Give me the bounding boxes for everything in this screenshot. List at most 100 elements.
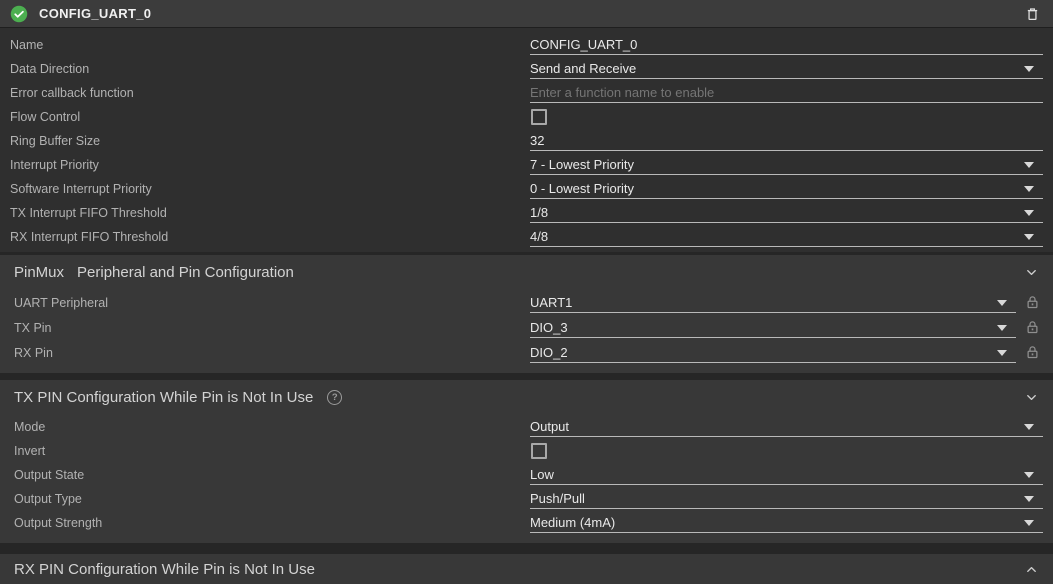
dropdown-caret-icon xyxy=(1024,210,1034,216)
field-value: DIO_3 xyxy=(530,321,568,334)
select-input[interactable]: 0 - Lowest Priority xyxy=(530,179,1043,199)
field-value: 7 - Lowest Priority xyxy=(530,158,634,171)
field-label: Interrupt Priority xyxy=(0,158,530,172)
field-label: Data Direction xyxy=(0,62,530,76)
section-pinmux: PinMuxPeripheral and Pin ConfigurationUA… xyxy=(0,255,1053,373)
field-label: Error callback function xyxy=(0,86,530,100)
select-input[interactable]: Send and Receive xyxy=(530,59,1043,79)
text-input[interactable]: CONFIG_UART_0 xyxy=(530,35,1043,55)
dropdown-caret-icon xyxy=(1024,186,1034,192)
form-row: TX Interrupt FIFO Threshold1/8 xyxy=(0,201,1053,225)
field-value: Medium (4mA) xyxy=(530,516,615,529)
section-header-tx-pin-config[interactable]: TX PIN Configuration While Pin is Not In… xyxy=(0,380,1053,414)
dropdown-caret-icon xyxy=(1024,162,1034,168)
field-control: Output xyxy=(530,417,1043,437)
chevron-up-icon[interactable] xyxy=(1024,562,1039,577)
field-value: 1/8 xyxy=(530,206,548,219)
select-input[interactable]: DIO_2 xyxy=(530,343,1016,363)
chevron-down-icon[interactable] xyxy=(1024,390,1039,405)
section-header-rx-pin-config[interactable]: RX PIN Configuration While Pin is Not In… xyxy=(0,554,1053,584)
field-control: DIO_2 xyxy=(530,343,1043,363)
form-row: Output StrengthMedium (4mA) xyxy=(0,511,1053,535)
select-input[interactable]: Push/Pull xyxy=(530,489,1043,509)
field-label: TX Interrupt FIFO Threshold xyxy=(0,206,530,220)
form-row: UART PeripheralUART1 xyxy=(0,290,1053,315)
field-label: Output State xyxy=(0,468,530,482)
form-row: Interrupt Priority7 - Lowest Priority xyxy=(0,153,1053,177)
section-subtitle: Peripheral and Pin Configuration xyxy=(77,264,294,281)
field-control xyxy=(530,443,1043,459)
form-row: RX Interrupt FIFO Threshold4/8 xyxy=(0,225,1053,249)
field-label: RX Interrupt FIFO Threshold xyxy=(0,230,530,244)
input-placeholder: Enter a function name to enable xyxy=(530,86,714,99)
section-rx-pin-config: RX PIN Configuration While Pin is Not In… xyxy=(0,554,1053,584)
lock-icon[interactable] xyxy=(1025,345,1041,360)
form-row: Error callback functionEnter a function … xyxy=(0,81,1053,105)
field-value: Send and Receive xyxy=(530,62,636,75)
field-control: CONFIG_UART_0 xyxy=(530,35,1043,55)
checkbox[interactable] xyxy=(531,109,547,125)
config-sections: PinMuxPeripheral and Pin ConfigurationUA… xyxy=(0,255,1053,584)
field-label: RX Pin xyxy=(0,346,530,360)
form-row: Output TypePush/Pull xyxy=(0,487,1053,511)
form-row: Ring Buffer Size32 xyxy=(0,129,1053,153)
lock-icon[interactable] xyxy=(1025,295,1041,310)
form-row: Flow Control xyxy=(0,105,1053,129)
dropdown-caret-icon xyxy=(1024,496,1034,502)
select-input[interactable]: Low xyxy=(530,465,1043,485)
section-rows: UART PeripheralUART1 TX PinDIO_3RX PinDIO… xyxy=(0,289,1053,373)
dropdown-caret-icon xyxy=(997,300,1007,306)
field-control: UART1 xyxy=(530,293,1043,313)
field-label: TX Pin xyxy=(0,321,530,335)
field-control xyxy=(530,109,1043,125)
help-icon[interactable]: ? xyxy=(327,390,342,405)
field-control: Push/Pull xyxy=(530,489,1043,509)
select-input[interactable]: 7 - Lowest Priority xyxy=(530,155,1043,175)
checkbox[interactable] xyxy=(531,443,547,459)
section-rows: ModeOutputInvertOutput StateLowOutput Ty… xyxy=(0,414,1053,543)
delete-button[interactable] xyxy=(1021,3,1043,25)
field-control: 7 - Lowest Priority xyxy=(530,155,1043,175)
field-control: 4/8 xyxy=(530,227,1043,247)
field-control: 32 xyxy=(530,131,1043,151)
field-label: Mode xyxy=(0,420,530,434)
select-input[interactable]: DIO_3 xyxy=(530,318,1016,338)
field-value: Push/Pull xyxy=(530,492,585,505)
field-label: Name xyxy=(0,38,530,52)
section-title: TX PIN Configuration While Pin is Not In… xyxy=(14,389,313,406)
select-input[interactable]: UART1 xyxy=(530,293,1016,313)
field-label: Ring Buffer Size xyxy=(0,134,530,148)
section-header-pinmux[interactable]: PinMuxPeripheral and Pin Configuration xyxy=(0,255,1053,289)
field-label: Invert xyxy=(0,444,530,458)
select-input[interactable]: 1/8 xyxy=(530,203,1043,223)
select-input[interactable]: Medium (4mA) xyxy=(530,513,1043,533)
lock-icon[interactable] xyxy=(1025,320,1041,335)
section-tx-pin-config: TX PIN Configuration While Pin is Not In… xyxy=(0,380,1053,543)
text-input[interactable]: Enter a function name to enable xyxy=(530,83,1043,103)
check-circle-icon xyxy=(10,5,28,23)
form-row: Data DirectionSend and Receive xyxy=(0,57,1053,81)
field-control: DIO_3 xyxy=(530,318,1043,338)
select-input[interactable]: 4/8 xyxy=(530,227,1043,247)
field-value: 32 xyxy=(530,134,544,147)
text-input[interactable]: 32 xyxy=(530,131,1043,151)
dropdown-caret-icon xyxy=(1024,520,1034,526)
form-row: Invert xyxy=(0,439,1053,463)
select-input[interactable]: Output xyxy=(530,417,1043,437)
field-control: 0 - Lowest Priority xyxy=(530,179,1043,199)
field-value: Low xyxy=(530,468,554,481)
field-value: Output xyxy=(530,420,569,433)
field-control: Send and Receive xyxy=(530,59,1043,79)
dropdown-caret-icon xyxy=(1024,472,1034,478)
form-row: Software Interrupt Priority0 - Lowest Pr… xyxy=(0,177,1053,201)
form-row: NameCONFIG_UART_0 xyxy=(0,33,1053,57)
trash-icon xyxy=(1025,6,1040,22)
field-value: 4/8 xyxy=(530,230,548,243)
field-control: 1/8 xyxy=(530,203,1043,223)
form-row: ModeOutput xyxy=(0,415,1053,439)
field-label: Flow Control xyxy=(0,110,530,124)
dropdown-caret-icon xyxy=(1024,424,1034,430)
chevron-down-icon[interactable] xyxy=(1024,265,1039,280)
field-value: 0 - Lowest Priority xyxy=(530,182,634,195)
section-title: RX PIN Configuration While Pin is Not In… xyxy=(14,561,315,578)
